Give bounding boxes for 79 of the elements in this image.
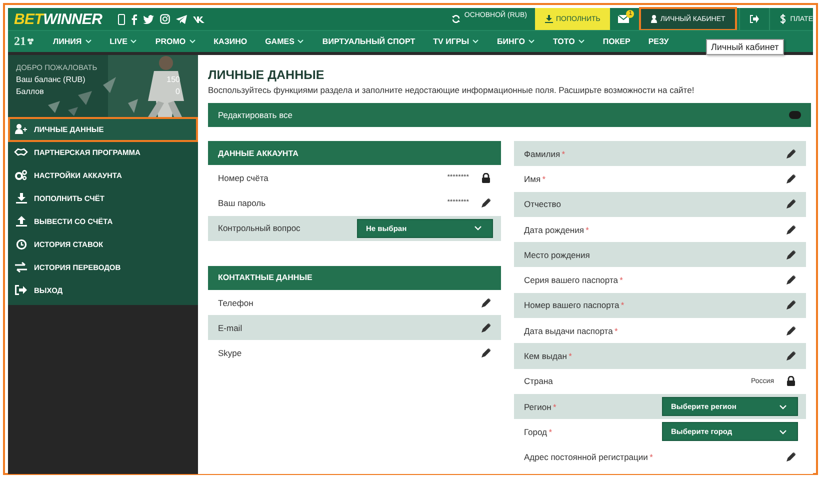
nav-link[interactable]: ЛИНИЯ — [44, 31, 101, 52]
nav-link[interactable]: LIVE — [100, 31, 146, 52]
age-limit-label: 21 — [14, 34, 26, 49]
pencil-icon[interactable] — [786, 351, 796, 362]
field-label: Телефон — [218, 298, 254, 308]
section-header: КОНТАКТНЫЕ ДАННЫЕ — [208, 266, 501, 290]
field-label: Серия вашего паспорта * — [524, 275, 624, 286]
field-label: Место рождения — [524, 250, 591, 260]
field-label: Имя * — [524, 174, 547, 184]
field-label: Отчество — [524, 199, 562, 210]
nav-link[interactable]: TV ИГРЫ — [424, 31, 488, 52]
nav-link[interactable]: ВИРТУАЛЬНЫЙ СПОРТ — [313, 31, 424, 52]
field-label: Страна — [524, 376, 554, 386]
section-header: ДАННЫЕ АККАУНТА — [208, 141, 501, 165]
page-description: Воспользуйтесь функциями раздела и заполните недостающие информационные поля. Расширьте возможности на сайте! — [208, 85, 696, 95]
pencil-icon[interactable] — [786, 275, 796, 286]
phone-icon[interactable] — [118, 14, 126, 24]
clover-icon — [27, 38, 34, 45]
twitter-icon[interactable] — [143, 14, 154, 24]
pencil-icon[interactable] — [786, 452, 796, 462]
field-label: Номер счёта — [218, 172, 270, 183]
pencil-icon[interactable] — [481, 198, 491, 208]
field-label: Номер вашего паспорта * — [524, 300, 626, 310]
download-icon — [544, 15, 553, 23]
field-label: Ваш пароль — [218, 198, 267, 208]
chevron-icon — [779, 428, 787, 435]
person-icon — [651, 15, 658, 23]
download-icon — [16, 193, 26, 204]
edit-all-label: Редактировать все — [218, 110, 292, 120]
balance-label: Ваш баланс (RUB) — [16, 75, 86, 84]
pencil-icon[interactable] — [481, 322, 491, 333]
page-title: ЛИЧНЫЕ ДАННЫЕ — [208, 67, 326, 82]
betwinner-logo[interactable]: BETWINNER — [8, 10, 114, 28]
upload-icon — [16, 216, 26, 227]
field-label: Регион * — [524, 402, 558, 412]
clock-icon — [16, 239, 26, 250]
pencil-icon[interactable] — [786, 174, 796, 184]
field-label: Фамилия * — [524, 148, 566, 159]
instagram-icon[interactable] — [160, 14, 170, 24]
field-label: Skype — [218, 348, 243, 358]
nav-link[interactable]: ТОТО — [544, 31, 594, 52]
field-label: Кем выдан * — [524, 351, 573, 362]
toggle-switch[interactable] — [789, 111, 801, 119]
pencil-icon[interactable] — [786, 250, 796, 260]
nav-link[interactable]: ПОКЕР — [594, 31, 640, 52]
dollar-icon — [780, 14, 786, 24]
gears-icon — [15, 170, 27, 181]
pencil-icon[interactable] — [786, 148, 796, 159]
envelope-icon[interactable] — [618, 15, 630, 23]
balance-label: Баллов — [16, 87, 44, 96]
logout-icon[interactable] — [750, 15, 760, 23]
vk-icon[interactable] — [193, 16, 206, 22]
tooltip: Личный кабинет — [706, 39, 784, 55]
field-label: Дата выдачи паспорта * — [524, 326, 619, 336]
chevron-icon — [474, 225, 482, 232]
facebook-icon[interactable] — [131, 14, 138, 24]
pencil-icon[interactable] — [786, 300, 796, 310]
paper-plane-icon[interactable] — [176, 14, 188, 24]
balance-value: 150 — [166, 75, 180, 84]
transfer-arrows-icon — [15, 262, 27, 273]
pencil-icon[interactable] — [481, 298, 491, 308]
pencil-icon[interactable] — [481, 348, 491, 358]
nav-link[interactable]: БИНГО — [488, 31, 544, 52]
nav-link[interactable]: КАЗИНО — [204, 31, 256, 52]
add-user-icon — [15, 124, 27, 135]
pencil-icon[interactable] — [786, 326, 796, 336]
pencil-icon[interactable] — [786, 224, 796, 235]
field-label: Город * — [524, 426, 554, 437]
nav-link[interactable]: GAMES — [256, 31, 314, 52]
logout-icon — [15, 285, 27, 296]
field-label: Дата рождения * — [524, 224, 590, 235]
nav-link[interactable]: РЕЗУ — [639, 31, 678, 52]
pencil-icon[interactable] — [786, 199, 796, 210]
refresh-icon — [452, 15, 460, 23]
field-label: Адрес постоянной регистрации * — [524, 452, 654, 462]
nav-link[interactable]: PROMO — [146, 31, 205, 52]
field-label: E-mail — [218, 322, 244, 333]
chevron-icon — [779, 404, 787, 410]
field-label: Контрольный вопрос — [218, 223, 302, 234]
